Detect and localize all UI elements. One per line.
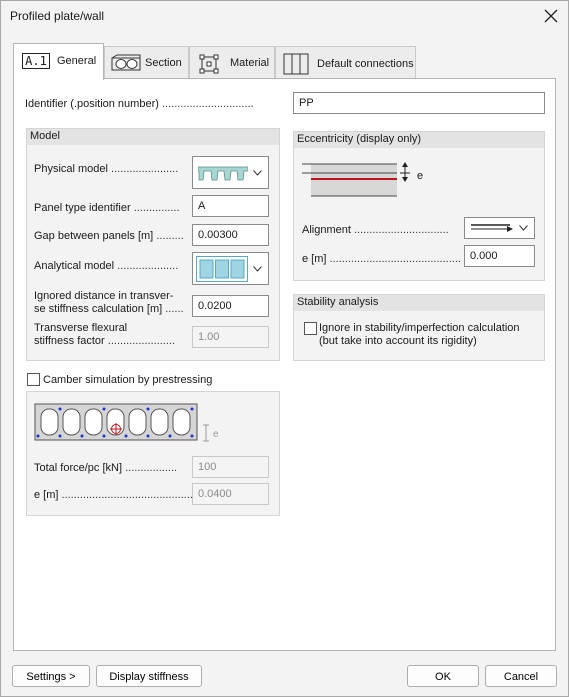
tab-default-connections-label: Default connections: [317, 58, 414, 70]
panel-type-input[interactable]: A: [192, 195, 269, 217]
model-group: Model Physical model ...................…: [26, 128, 280, 361]
eccentricity-diagram-icon: [302, 162, 410, 197]
tab-default-connections[interactable]: Default connections: [275, 46, 416, 79]
eccentricity-group-title: Eccentricity (display only): [294, 132, 544, 148]
tab-material[interactable]: Material: [189, 46, 275, 79]
chevron-down-icon: [519, 225, 528, 231]
eccentricity-e-marker: e: [417, 170, 424, 182]
eccentricity-group: Eccentricity (display only) e Alignment …: [293, 131, 545, 281]
ignore-stability-checkbox[interactable]: [304, 322, 317, 335]
ok-button[interactable]: OK: [407, 665, 479, 687]
alignment-arrow-icon: [471, 224, 513, 232]
model-group-title: Model: [27, 129, 279, 145]
ignored-distance-input[interactable]: 0.0200: [192, 295, 269, 317]
section-icon: [111, 54, 141, 71]
transverse-factor-label-line1: Transverse flexural: [34, 322, 128, 334]
settings-button[interactable]: Settings >: [12, 665, 90, 687]
ignore-stability-label-line2: (but take into account its rigidity): [319, 335, 477, 347]
transverse-factor-label-line2: stiffness factor ......................: [34, 335, 176, 347]
analytical-model-select[interactable]: [192, 252, 269, 285]
ribbed-profile-icon: [198, 166, 248, 181]
identifier-label: Identifier (.position number) ..........…: [25, 98, 254, 110]
hollowcore-section-icon: [34, 403, 209, 442]
ignored-distance-label-line2: se stiffness calculation [m] ......: [34, 303, 184, 315]
close-icon: [544, 9, 558, 23]
cancel-button[interactable]: Cancel: [485, 665, 557, 687]
material-icon: [199, 54, 219, 74]
tab-general-label: General: [57, 55, 97, 67]
physical-model-label: Physical model ......................: [34, 163, 179, 175]
gap-input[interactable]: 0.00300: [192, 224, 269, 246]
total-force-input: 100: [192, 456, 269, 478]
total-force-label: Total force/pc [kN] .................: [34, 462, 178, 474]
camber-label: Camber simulation by prestressing: [43, 374, 213, 386]
eccentricity-e-input[interactable]: 0.000: [464, 245, 535, 267]
camber-e-input: 0.0400: [192, 483, 269, 505]
transverse-factor-input: 1.00: [192, 326, 269, 348]
camber-e-marker: e: [213, 429, 219, 440]
close-button[interactable]: [540, 5, 562, 27]
physical-model-select[interactable]: [192, 156, 269, 189]
connections-icon: [283, 53, 309, 75]
identifier-input[interactable]: PP: [293, 92, 545, 114]
a1-icon: A.1: [22, 53, 50, 69]
camber-checkbox[interactable]: [27, 373, 40, 386]
title-bar: Profiled plate/wall: [1, 1, 568, 33]
stability-group: Stability analysis Ignore in stability/i…: [293, 294, 545, 361]
dialog-window: Profiled plate/wall A.1 General Section: [0, 0, 569, 697]
alignment-select[interactable]: [464, 217, 535, 239]
camber-group: e Total force/pc [kN] ................. …: [26, 391, 280, 516]
ignore-stability-label-line1: Ignore in stability/imperfection calcula…: [319, 322, 520, 334]
camber-e-label: e [m] ..................................…: [34, 489, 203, 501]
alignment-label: Alignment ..............................…: [302, 224, 449, 236]
display-stiffness-button[interactable]: Display stiffness: [96, 665, 202, 687]
ignored-distance-label-line1: Ignored distance in transver-: [34, 290, 174, 302]
tab-general[interactable]: A.1 General: [13, 43, 104, 80]
chevron-down-icon: [253, 265, 262, 272]
analytical-model-label: Analytical model ....................: [34, 260, 179, 272]
stability-group-title: Stability analysis: [294, 295, 544, 311]
tab-section-label: Section: [145, 57, 182, 69]
analytical-panels-icon: [196, 256, 248, 282]
gap-label: Gap between panels [m] .........: [34, 230, 184, 242]
tab-section[interactable]: Section: [104, 46, 189, 79]
window-title: Profiled plate/wall: [10, 9, 105, 23]
panel-type-label: Panel type identifier ...............: [34, 202, 180, 214]
general-tab-panel: Identifier (.position number) ..........…: [13, 78, 556, 651]
tab-material-label: Material: [230, 57, 270, 69]
chevron-down-icon: [253, 169, 262, 176]
eccentricity-e-label: e [m] ..................................…: [302, 253, 461, 265]
